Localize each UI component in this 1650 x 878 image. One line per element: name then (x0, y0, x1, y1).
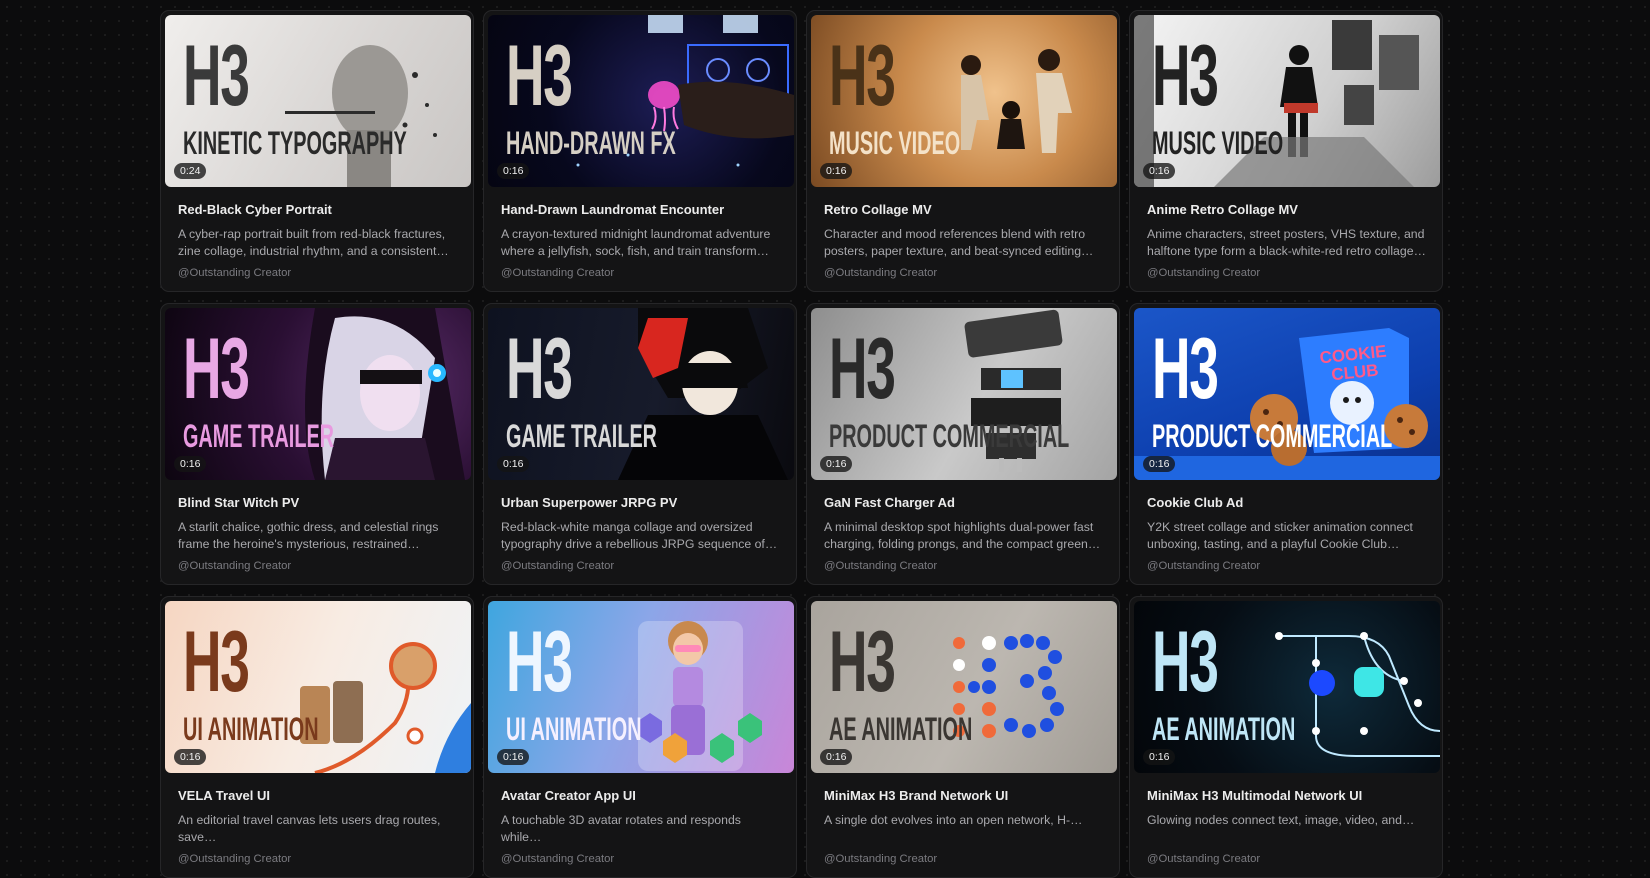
video-title[interactable]: VELA Travel UI (178, 788, 469, 803)
genre-label: UI ANIMATION (506, 711, 642, 747)
creator-handle[interactable]: @Outstanding Creator (501, 853, 792, 865)
brand-logo: H3 (829, 321, 896, 417)
brand-logo: H3 (183, 321, 250, 417)
video-card[interactable]: H3 GAME TRAILER 0:16 Blind Star Witch PV… (160, 303, 474, 585)
genre-label: MUSIC VIDEO (1152, 125, 1284, 161)
video-title[interactable]: Hand-Drawn Laundromat Encounter (501, 202, 792, 217)
video-title[interactable]: Red-Black Cyber Portrait (178, 202, 469, 217)
brand-logo: H3 (506, 321, 573, 417)
video-description: A minimal desktop spot highlights dual-p… (824, 520, 1101, 551)
video-card[interactable]: COOKIE CLUB H3 PRODUCT COMMERCIAL 0:16 Co… (1129, 303, 1443, 585)
video-card[interactable]: H3 UI ANIMATION 0:16 VELA Travel UI An e… (160, 596, 474, 878)
genre-label: AE ANIMATION (829, 711, 973, 747)
video-thumbnail[interactable]: H3 KINETIC TYPOGRAPHY 0:24 (165, 15, 471, 187)
brand-logo: H3 (829, 28, 896, 124)
duration-badge: 0:16 (1143, 456, 1176, 472)
creator-handle[interactable]: @Outstanding Creator (824, 853, 1115, 865)
video-description: A cyber-rap portrait built from red-blac… (178, 227, 449, 258)
video-card[interactable]: H3 PRODUCT COMMERCIAL 0:16 GaN Fast Char… (806, 303, 1120, 585)
video-card[interactable]: H3 GAME TRAILER 0:16 Urban Superpower JR… (483, 303, 797, 585)
creator-handle[interactable]: @Outstanding Creator (501, 560, 792, 572)
duration-badge: 0:16 (174, 456, 207, 472)
video-card[interactable]: H3 UI ANIMATION 0:16 Avatar Creator App … (483, 596, 797, 878)
duration-badge: 0:16 (497, 163, 530, 179)
video-thumbnail[interactable]: H3 PRODUCT COMMERCIAL 0:16 (811, 308, 1117, 480)
video-title[interactable]: Anime Retro Collage MV (1147, 202, 1438, 217)
brand-logo: H3 (1152, 321, 1219, 417)
genre-label: PRODUCT COMMERCIAL (829, 418, 1070, 454)
video-card[interactable]: H3 AE ANIMATION 0:16 MiniMax H3 Brand Ne… (806, 596, 1120, 878)
video-thumbnail[interactable]: H3 AE ANIMATION 0:16 (1134, 601, 1440, 773)
video-description: A single dot evolves into an open networ… (824, 813, 1083, 827)
video-description: Y2K street collage and sticker animation… (1147, 520, 1413, 551)
brand-logo: H3 (829, 614, 896, 710)
video-description: Glowing nodes connect text, image, video… (1147, 813, 1415, 827)
duration-badge: 0:24 (174, 163, 207, 179)
video-title[interactable]: Retro Collage MV (824, 202, 1115, 217)
video-title[interactable]: MiniMax H3 Brand Network UI (824, 788, 1115, 803)
video-thumbnail[interactable]: H3 GAME TRAILER 0:16 (488, 308, 794, 480)
video-card[interactable]: H3 MUSIC VIDEO 0:16 Anime Retro Collage … (1129, 10, 1443, 292)
video-thumbnail[interactable]: H3 HAND-DRAWN FX 0:16 (488, 15, 794, 187)
video-description: Character and mood references blend with… (824, 227, 1086, 258)
creator-handle[interactable]: @Outstanding Creator (501, 267, 792, 279)
brand-logo: H3 (1152, 28, 1219, 124)
video-thumbnail[interactable]: H3 MUSIC VIDEO 0:16 (811, 15, 1117, 187)
brand-logo: H3 (183, 614, 250, 710)
video-thumbnail[interactable]: H3 AE ANIMATION 0:16 (811, 601, 1117, 773)
video-title[interactable]: MiniMax H3 Multimodal Network UI (1147, 788, 1438, 803)
genre-label: GAME TRAILER (183, 418, 334, 454)
brand-logo: H3 (1152, 614, 1219, 710)
video-description: An editorial travel canvas lets users dr… (178, 813, 441, 844)
genre-label: UI ANIMATION (183, 711, 319, 747)
duration-badge: 0:16 (1143, 163, 1176, 179)
video-title[interactable]: Urban Superpower JRPG PV (501, 495, 792, 510)
video-thumbnail[interactable]: H3 MUSIC VIDEO 0:16 (1134, 15, 1440, 187)
creator-handle[interactable]: @Outstanding Creator (824, 560, 1115, 572)
video-title[interactable]: Cookie Club Ad (1147, 495, 1438, 510)
genre-label: GAME TRAILER (506, 418, 657, 454)
video-title[interactable]: Blind Star Witch PV (178, 495, 469, 510)
video-title[interactable]: Avatar Creator App UI (501, 788, 792, 803)
video-description: Red-black-white manga collage and oversi… (501, 520, 778, 551)
creator-handle[interactable]: @Outstanding Creator (178, 853, 469, 865)
creator-handle[interactable]: @Outstanding Creator (1147, 267, 1438, 279)
genre-label: KINETIC TYPOGRAPHY (183, 125, 407, 161)
creator-handle[interactable]: @Outstanding Creator (1147, 853, 1438, 865)
duration-badge: 0:16 (820, 163, 853, 179)
video-thumbnail[interactable]: H3 UI ANIMATION 0:16 (165, 601, 471, 773)
creator-handle[interactable]: @Outstanding Creator (1147, 560, 1438, 572)
video-card[interactable]: H3 KINETIC TYPOGRAPHY 0:24 Red-Black Cyb… (160, 10, 474, 292)
video-description: A crayon-textured midnight laundromat ad… (501, 227, 771, 258)
genre-label: PRODUCT COMMERCIAL (1152, 418, 1393, 454)
video-card-grid: H3 KINETIC TYPOGRAPHY 0:24 Red-Black Cyb… (160, 10, 1443, 878)
brand-logo: H3 (183, 28, 250, 124)
genre-label: AE ANIMATION (1152, 711, 1296, 747)
duration-badge: 0:16 (820, 749, 853, 765)
video-card[interactable]: H3 HAND-DRAWN FX 0:16 Hand-Drawn Laundro… (483, 10, 797, 292)
duration-badge: 0:16 (174, 749, 207, 765)
video-card[interactable]: H3 MUSIC VIDEO 0:16 Retro Collage MV Cha… (806, 10, 1120, 292)
video-thumbnail[interactable]: H3 UI ANIMATION 0:16 (488, 601, 794, 773)
duration-badge: 0:16 (1143, 749, 1176, 765)
video-description: Anime characters, street posters, VHS te… (1147, 227, 1426, 258)
video-title[interactable]: GaN Fast Charger Ad (824, 495, 1115, 510)
genre-label: HAND-DRAWN FX (506, 125, 676, 161)
creator-handle[interactable]: @Outstanding Creator (824, 267, 1115, 279)
duration-badge: 0:16 (820, 456, 853, 472)
duration-badge: 0:16 (497, 456, 530, 472)
video-thumbnail[interactable]: H3 GAME TRAILER 0:16 (165, 308, 471, 480)
video-card[interactable]: H3 AE ANIMATION 0:16 MiniMax H3 Multimod… (1129, 596, 1443, 878)
genre-label: MUSIC VIDEO (829, 125, 961, 161)
duration-badge: 0:16 (497, 749, 530, 765)
video-description: A starlit chalice, gothic dress, and cel… (178, 520, 439, 551)
creator-handle[interactable]: @Outstanding Creator (178, 267, 469, 279)
creator-handle[interactable]: @Outstanding Creator (178, 560, 469, 572)
brand-logo: H3 (506, 614, 573, 710)
video-thumbnail[interactable]: COOKIE CLUB H3 PRODUCT COMMERCIAL 0:16 (1134, 308, 1440, 480)
brand-logo: H3 (506, 28, 573, 124)
video-description: A touchable 3D avatar rotates and respon… (501, 813, 741, 844)
